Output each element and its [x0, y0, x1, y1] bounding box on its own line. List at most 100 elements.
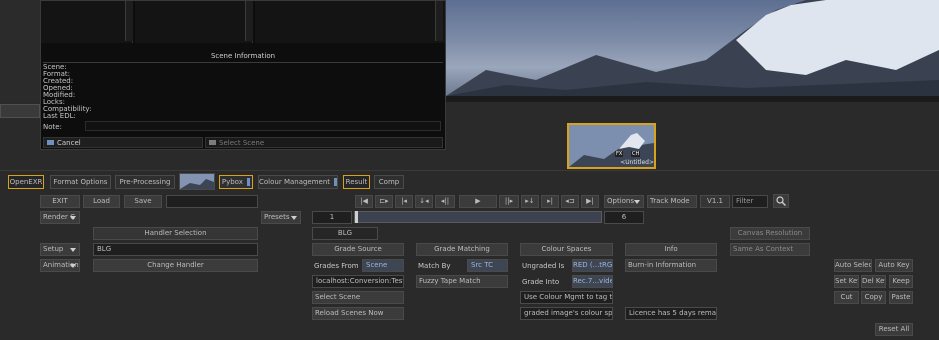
presets-dropdown[interactable]: Presets — [261, 211, 301, 224]
blg-button[interactable]: BLG — [312, 227, 378, 240]
select-scene-button[interactable]: Select Scene — [205, 137, 443, 148]
change-handler-button[interactable]: Change Handler — [93, 259, 258, 272]
cut-button[interactable]: Cut — [834, 291, 859, 304]
fx-badge: FX — [615, 151, 624, 157]
tab-openexr[interactable]: OpenEXR — [8, 175, 44, 189]
next-frame-button[interactable]: ▸| — [541, 195, 559, 208]
timeline-scrubber[interactable] — [354, 211, 602, 223]
prev-frame-button[interactable]: |◂ — [395, 195, 413, 208]
browser-scrollbar-2[interactable] — [245, 1, 253, 41]
exit-button[interactable]: EXIT — [40, 195, 80, 208]
tab-pre-processing[interactable]: Pre-Processing — [115, 175, 175, 189]
mark-in-icon: ⊏▸ — [379, 197, 389, 205]
grade-into-label: Grade Into — [522, 278, 560, 286]
cancel-icon — [47, 140, 54, 145]
mountain-artwork — [446, 0, 939, 96]
save-button[interactable]: Save — [124, 195, 162, 208]
tab-format-options[interactable]: Format Options — [50, 175, 111, 189]
goto-start-icon: |◀ — [360, 197, 368, 205]
load-button[interactable]: Load — [83, 195, 120, 208]
animation-chevron-icon — [70, 264, 76, 268]
tab-colour-management[interactable]: Colour Management — [258, 175, 338, 189]
separator-top — [0, 170, 939, 171]
same-as-context-button[interactable]: Same As Context — [730, 243, 810, 256]
prev-frame-icon: |◂ — [401, 197, 407, 205]
browser-scrollbar-1[interactable] — [125, 1, 133, 41]
viewer-bottom-band — [446, 96, 939, 102]
licence-status: Licence has 5 days remaining — [625, 307, 717, 320]
browser-column-2 — [135, 1, 253, 43]
colour-management-indicator — [334, 178, 338, 186]
del-key-button[interactable]: Del Key — [861, 275, 886, 288]
pause-forward-button[interactable]: ||▸ — [499, 195, 519, 208]
filter-input[interactable]: Filter — [732, 195, 768, 208]
search-button[interactable] — [773, 194, 789, 208]
colour-note-line1: Use Colour Mgmt to tag the — [520, 291, 613, 304]
fuzzy-tape-match-toggle[interactable]: Fuzzy Tape Match — [416, 275, 508, 288]
scene-info-divider — [43, 62, 443, 63]
colour-note-line2: graded image's colour space — [520, 307, 613, 320]
grade-source-header: Grade Source — [312, 243, 404, 256]
setup-label: Setup — [43, 245, 64, 253]
options-dropdown[interactable]: Options — [604, 195, 644, 208]
grades-from-value[interactable]: Scene — [362, 259, 404, 272]
reset-all-button[interactable]: Reset All — [875, 323, 913, 336]
options-label: Options — [607, 197, 635, 205]
reload-scenes-button[interactable]: Reload Scenes Now — [312, 307, 404, 320]
animation-dropdown[interactable]: Animation — [40, 259, 80, 272]
presets-label: Presets — [264, 213, 290, 221]
auto-key-button[interactable]: Auto Key — [875, 259, 913, 272]
prev-key-button[interactable]: ↓◂ — [415, 195, 433, 208]
tab-pybox[interactable]: Pybox — [219, 175, 253, 189]
ungraded-is-value[interactable]: RED (...tRGB — [572, 259, 613, 272]
scrubber-handle[interactable] — [355, 211, 358, 223]
select-scene-label: Select Scene — [219, 139, 265, 147]
note-label: Note: — [43, 123, 62, 131]
track-mode-button[interactable]: Track Mode — [647, 195, 697, 208]
tab-thumbnail[interactable] — [179, 173, 215, 190]
render-dropdown[interactable]: Render C — [40, 211, 80, 224]
note-field[interactable] — [85, 121, 441, 131]
canvas-resolution-header: Canvas Resolution — [730, 227, 810, 240]
match-by-value[interactable]: Src TC — [467, 259, 508, 272]
paste-button[interactable]: Paste — [889, 291, 913, 304]
tab-comp[interactable]: Comp — [374, 175, 404, 189]
grade-matching-header: Grade Matching — [416, 243, 508, 256]
grade-path-field[interactable]: localhost:Conversion:Test — [312, 275, 404, 288]
version-field[interactable]: V1.1 — [700, 195, 730, 208]
scene-info-title: Scene Information — [210, 52, 276, 60]
play-reverse-icon: ◂|| — [440, 197, 450, 205]
mark-out-button[interactable]: ◂⊐ — [561, 195, 579, 208]
clip-thumbnail[interactable]: FX CH <Untitled> — [567, 123, 656, 169]
goto-end-icon: ▶| — [586, 197, 594, 205]
next-key-button[interactable]: ▸↓ — [521, 195, 539, 208]
select-scene-action[interactable]: Select Scene — [312, 291, 404, 304]
pause-forward-icon: ||▸ — [504, 197, 514, 205]
tab-result[interactable]: Result — [343, 175, 370, 189]
set-key-button[interactable]: Set Key — [834, 275, 859, 288]
browser-column-1 — [41, 1, 133, 43]
keep-button[interactable]: Keep — [889, 275, 913, 288]
play-button[interactable]: ▶ — [459, 195, 497, 208]
goto-start-button[interactable]: |◀ — [355, 195, 373, 208]
browser-scrollbar-3[interactable] — [435, 1, 443, 41]
options-chevron-icon — [634, 200, 640, 204]
auto-select-button[interactable]: Auto Select — [834, 259, 872, 272]
copy-button[interactable]: Copy — [861, 291, 886, 304]
scene-name-field[interactable] — [166, 195, 258, 208]
step-mark-button[interactable]: ⊏▸ — [375, 195, 393, 208]
burn-in-information-button[interactable]: Burn-in Information — [625, 259, 717, 272]
frame-end-field[interactable]: 6 — [604, 211, 644, 224]
browser-column-3 — [255, 1, 445, 43]
play-reverse-button[interactable]: ◂|| — [435, 195, 455, 208]
goto-end-button[interactable]: ▶| — [581, 195, 599, 208]
frame-start-field[interactable]: 1 — [312, 211, 352, 224]
handler-field[interactable]: BLG — [93, 243, 258, 256]
search-icon — [776, 196, 786, 206]
grade-into-value[interactable]: Rec.7...video — [572, 275, 613, 288]
cancel-button[interactable]: Cancel — [43, 137, 203, 148]
pybox-label: Pybox — [221, 178, 243, 186]
next-key-icon: ▸↓ — [525, 197, 535, 205]
select-scene-icon — [209, 140, 216, 145]
setup-dropdown[interactable]: Setup — [40, 243, 80, 256]
